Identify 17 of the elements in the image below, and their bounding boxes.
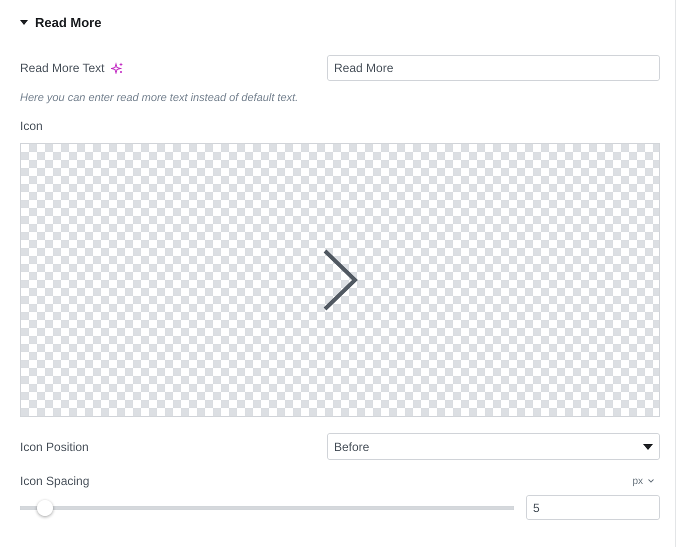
field-label: Icon (20, 119, 44, 133)
slider-thumb[interactable] (36, 500, 53, 516)
chevron-down-icon (648, 479, 654, 483)
dropdown-arrow-icon (643, 444, 653, 450)
help-text: Here you can enter read more text instead of default text. (20, 92, 300, 104)
sparkle-icon (110, 62, 122, 74)
icon-preview[interactable] (20, 143, 660, 417)
select-field[interactable]: Before (327, 433, 660, 460)
unit-selector[interactable]: px (632, 476, 654, 486)
caret-icon (20, 18, 28, 26)
chevron-right-icon (322, 248, 358, 312)
section-header[interactable]: Read More (20, 0, 675, 44)
text-input[interactable]: Read More (327, 55, 660, 81)
number-input[interactable]: 5 (526, 495, 660, 520)
field-label: Icon Position (20, 440, 89, 454)
field-label: Icon Spacing (20, 474, 90, 488)
field-label: Read More Text (20, 61, 104, 75)
